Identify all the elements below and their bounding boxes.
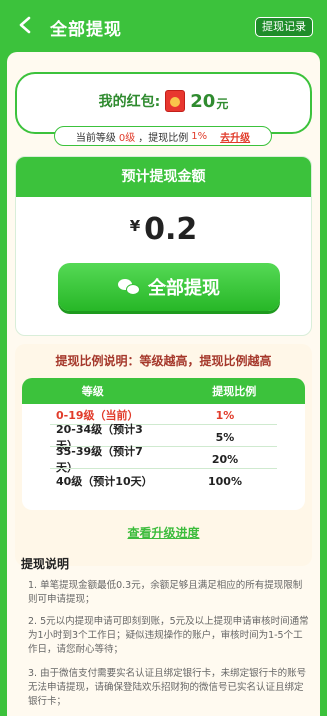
row-level: 40级（预计10天） [56,475,153,488]
ratio-info-title: 提现比例说明：等级越高，提现比例越高 [55,354,272,368]
back-arrow-icon [19,16,31,34]
back-button[interactable] [14,14,36,36]
level-status-pill: 当前等级 0级 ，提现比例 1% 去升级 [54,126,272,146]
view-upgrade-progress-link[interactable]: 查看升级进度 [7,524,320,541]
ratio-prefix: ，提现比例 [138,132,189,144]
level-prefix: 当前等级 [75,132,116,144]
main-panel: 我的红包: 20 元 当前等级 0级 ，提现比例 1% 去升级 预计提现金额 ¥… [7,52,320,716]
wechat-icon [118,278,140,296]
row-divider [50,468,277,469]
description-item: 2. 5元以内提现申请可即刻到账，5元及以上提现申请审核时间通常为1小时到3个工… [28,616,309,655]
red-envelope-icon [165,90,186,112]
description-title: 提现说明 [21,557,70,571]
withdraw-card: 预计提现金额 ¥0.2 全部提现 [15,156,312,336]
table-row: 35-39级（预计7天） 20% [22,445,305,474]
column-header-ratio: 提现比例 [212,385,257,398]
column-header-level: 等级 [81,385,104,398]
redpack-balance-box: 我的红包: 20 元 [15,72,312,134]
redpack-label: 我的红包: [98,94,161,110]
current-level: 0级 [118,132,136,144]
table-header: 等级 提现比例 [22,378,305,404]
current-ratio: 1% [191,130,208,142]
row-ratio: 20% [211,452,239,466]
table-row: 40级（预计10天） 100% [22,470,305,492]
withdraw-all-label: 全部提现 [148,278,220,299]
ratio-table: 等级 提现比例 0-19级（当前） 1% 20-34级（预计3天） 5% 35-… [22,378,305,510]
withdraw-amount-row: ¥0.2 [16,212,311,247]
page-title: 全部提现 [50,20,122,40]
description-item: 1. 单笔提现金额最低0.3元，余额足够且满足相应的所有提现限制则可申请提现； [28,580,303,605]
row-ratio: 1% [215,408,235,422]
withdraw-heading: 预计提现金额 [16,157,311,197]
currency-symbol: ¥ [129,217,141,235]
redpack-amount: 20 [190,90,216,112]
withdraw-all-button[interactable]: 全部提现 [58,263,280,311]
withdraw-amount: 0.2 [144,212,198,247]
row-ratio: 100% [208,474,242,488]
upgrade-link[interactable]: 去升级 [220,129,250,144]
withdraw-record-button[interactable]: 提现记录 [255,17,313,37]
description-item: 3. 由于微信支付需要实名认证且绑定银行卡，未绑定银行卡的账号无法申请提现，请确… [28,668,307,707]
row-ratio: 5% [215,430,235,444]
app-header: 全部提现 提现记录 [0,0,327,52]
redpack-unit: 元 [216,96,229,111]
